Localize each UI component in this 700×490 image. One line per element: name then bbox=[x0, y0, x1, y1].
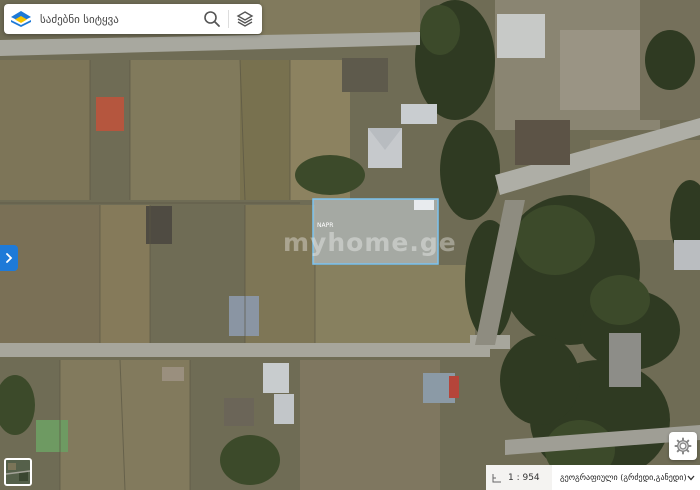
satellite-map[interactable] bbox=[0, 0, 700, 490]
scale-icon bbox=[492, 473, 501, 482]
sidebar-toggle-button[interactable] bbox=[0, 245, 18, 271]
search-icon[interactable] bbox=[201, 8, 223, 30]
settings-button[interactable] bbox=[669, 432, 697, 460]
parcel-label: NAPR bbox=[317, 222, 334, 229]
divider bbox=[228, 10, 229, 28]
minimap-thumbnail-icon bbox=[6, 460, 30, 484]
scale-text: 1 : 954 bbox=[508, 472, 540, 483]
logo-icon bbox=[10, 8, 32, 30]
basemap-thumbnail[interactable] bbox=[4, 458, 32, 486]
map-imagery bbox=[0, 0, 700, 490]
coordinate-system-value: გეოგრაფიული (გრძედი,განედი) bbox=[560, 473, 687, 482]
chevron-right-icon bbox=[6, 253, 13, 263]
gear-icon bbox=[674, 437, 692, 455]
chevron-down-icon bbox=[687, 475, 695, 480]
scale-indicator: 1 : 954 bbox=[486, 465, 552, 490]
search-input[interactable] bbox=[40, 12, 201, 26]
search-bar bbox=[4, 4, 262, 34]
coordinate-system-select[interactable]: გეოგრაფიული (გრძედი,განედი) bbox=[552, 465, 700, 490]
layers-icon[interactable] bbox=[234, 8, 256, 30]
